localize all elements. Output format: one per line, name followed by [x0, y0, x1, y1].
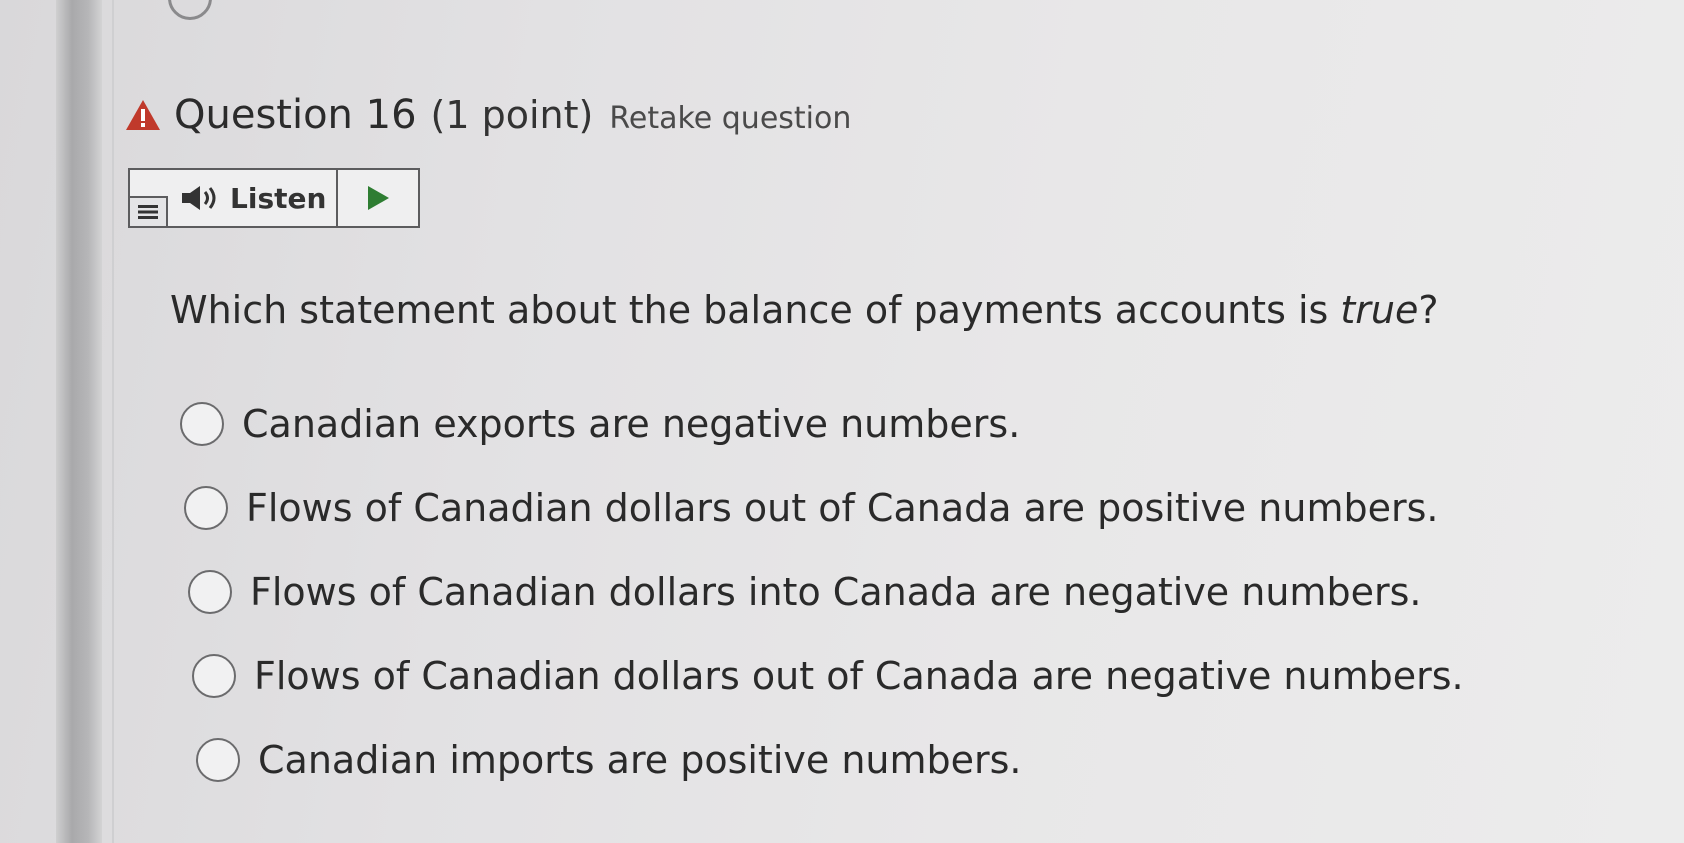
question-text-emphasis: true	[1340, 288, 1419, 332]
listen-widget: Listen	[128, 168, 420, 228]
answer-option-1[interactable]: Canadian exports are negative numbers.	[180, 402, 1020, 446]
radio-button[interactable]	[180, 402, 224, 446]
question-header: Question 16 (1 point) Retake question	[124, 92, 851, 138]
radio-button[interactable]	[184, 486, 228, 530]
question-text-start: Which statement about the balance of pay…	[170, 288, 1341, 332]
play-button[interactable]	[338, 170, 418, 226]
answer-option-5[interactable]: Canadian imports are positive numbers.	[196, 738, 1022, 782]
warning-triangle-icon	[126, 100, 160, 130]
answer-option-2[interactable]: Flows of Canadian dollars out of Canada …	[184, 486, 1438, 530]
listen-label: Listen	[230, 181, 327, 215]
answer-option-label: Canadian exports are negative numbers.	[242, 402, 1021, 446]
radio-button[interactable]	[196, 738, 240, 782]
menu-lines-icon	[138, 205, 158, 219]
left-margin-bar	[56, 0, 102, 843]
play-icon	[368, 186, 389, 210]
question-title: Question 16	[174, 92, 417, 138]
answer-option-label: Flows of Canadian dollars into Canada ar…	[250, 570, 1422, 614]
retake-question-link[interactable]: Retake question	[609, 101, 851, 136]
answer-option-label: Flows of Canadian dollars out of Canada …	[254, 654, 1464, 698]
speaker-icon	[182, 186, 216, 210]
answer-option-label: Flows of Canadian dollars out of Canada …	[246, 486, 1439, 530]
radio-button[interactable]	[188, 570, 232, 614]
left-divider	[112, 0, 114, 843]
answer-option-4[interactable]: Flows of Canadian dollars out of Canada …	[192, 654, 1464, 698]
answer-option-label: Canadian imports are positive numbers.	[258, 738, 1022, 782]
question-points: (1 point)	[430, 93, 594, 137]
answer-option-3[interactable]: Flows of Canadian dollars into Canada ar…	[188, 570, 1421, 614]
question-prompt: Which statement about the balance of pay…	[170, 288, 1439, 332]
previous-radio-cut-off	[168, 0, 212, 20]
question-text-end: ?	[1418, 288, 1439, 332]
listen-menu-button[interactable]	[130, 196, 168, 226]
radio-button[interactable]	[192, 654, 236, 698]
